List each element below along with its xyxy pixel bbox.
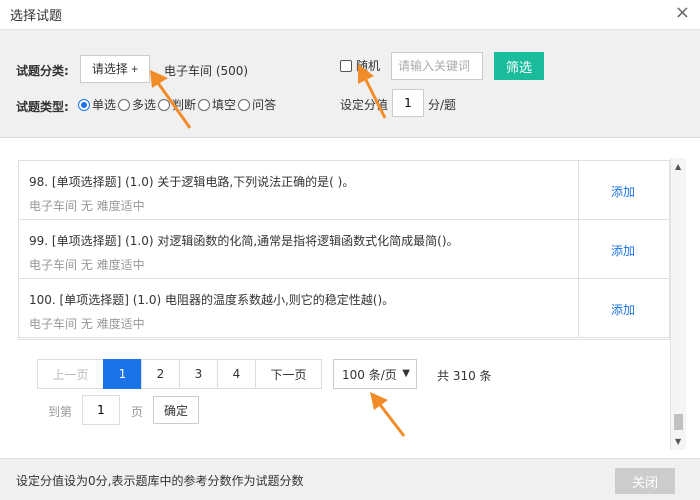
score-unit: 分/题 bbox=[428, 98, 457, 112]
add-question-link[interactable]: 添加 bbox=[611, 242, 635, 259]
checkbox-box[interactable] bbox=[340, 59, 352, 72]
column-divider bbox=[578, 279, 579, 338]
random-label: 随机 bbox=[356, 59, 381, 73]
radio-label: 判断 bbox=[172, 98, 197, 112]
chevron-down-icon: ▼ bbox=[402, 368, 410, 379]
close-button[interactable]: 关闭 bbox=[615, 468, 675, 494]
page-size-value: 100 条/页 bbox=[342, 367, 397, 382]
radio-single-choice[interactable]: 单选 bbox=[78, 96, 116, 113]
dialog-footer: 设定分值设为0分,表示题库中的参考分数作为试题分数 关闭 bbox=[0, 458, 700, 500]
close-icon[interactable]: × bbox=[675, 2, 690, 23]
question-row: 98. [单项选择题] (1.0) 关于逻辑电路,下列说法正确的是( )。 电子… bbox=[19, 161, 669, 220]
next-page-button[interactable]: 下一页 bbox=[255, 359, 322, 389]
random-checkbox[interactable]: 随机 bbox=[340, 57, 380, 74]
question-type-radio-group: 单选 多选 判断 填空 问答 bbox=[78, 96, 278, 113]
keyword-input[interactable] bbox=[391, 52, 483, 80]
filter-panel: 试题分类: 请选择 + 电子车间 (500) 试题类型: 单选 多选 判断 填空… bbox=[0, 30, 700, 138]
scroll-up-icon[interactable]: ▲ bbox=[675, 162, 681, 171]
radio-label: 填空 bbox=[212, 98, 237, 112]
question-text: 100. [单项选择题] (1.0) 电阻器的温度系数越小,则它的稳定性越()。 bbox=[29, 293, 395, 307]
score-input[interactable] bbox=[392, 89, 424, 117]
category-label: 试题分类: bbox=[16, 64, 69, 78]
question-list: 98. [单项选择题] (1.0) 关于逻辑电路,下列说法正确的是( )。 电子… bbox=[18, 160, 670, 340]
column-divider bbox=[578, 161, 579, 220]
score-label: 设定分值 bbox=[340, 98, 389, 112]
add-question-link[interactable]: 添加 bbox=[611, 301, 635, 318]
column-divider bbox=[578, 220, 579, 279]
question-meta: 电子车间 无 难度适中 bbox=[29, 258, 145, 272]
goto-confirm-button[interactable]: 确定 bbox=[153, 396, 199, 424]
dialog-titlebar: 选择试题 × bbox=[0, 0, 700, 30]
question-meta: 电子车间 无 难度适中 bbox=[29, 317, 145, 331]
question-row: 100. [单项选择题] (1.0) 电阻器的温度系数越小,则它的稳定性越()。… bbox=[19, 279, 669, 338]
question-text: 99. [单项选择题] (1.0) 对逻辑函数的化简,通常是指将逻辑函数式化简成… bbox=[29, 234, 459, 248]
question-text: 98. [单项选择题] (1.0) 关于逻辑电路,下列说法正确的是( )。 bbox=[29, 175, 355, 189]
arrow-icon bbox=[370, 392, 406, 437]
page-button-2[interactable]: 2 bbox=[141, 359, 180, 389]
scroll-down-icon[interactable]: ▼ bbox=[675, 437, 681, 446]
radio-label: 单选 bbox=[92, 98, 117, 112]
radio-dot[interactable] bbox=[238, 98, 251, 111]
radio-essay[interactable]: 问答 bbox=[238, 96, 276, 113]
radio-true-false[interactable]: 判断 bbox=[158, 96, 196, 113]
radio-dot[interactable] bbox=[158, 98, 171, 111]
type-label: 试题类型: bbox=[16, 100, 69, 114]
radio-dot[interactable] bbox=[118, 98, 131, 111]
radio-multiple-choice[interactable]: 多选 bbox=[118, 96, 156, 113]
dialog-title: 选择试题 bbox=[10, 9, 63, 24]
total-count: 共 310 条 bbox=[437, 369, 492, 383]
radio-fill-blank[interactable]: 填空 bbox=[198, 96, 236, 113]
radio-dot[interactable] bbox=[78, 98, 90, 111]
radio-dot[interactable] bbox=[198, 98, 211, 111]
category-select-button[interactable]: 请选择 + bbox=[80, 55, 150, 83]
radio-label: 多选 bbox=[132, 98, 157, 112]
goto-unit: 页 bbox=[131, 405, 144, 419]
goto-page-input[interactable] bbox=[82, 395, 120, 425]
prev-page-button[interactable]: 上一页 bbox=[37, 359, 104, 389]
add-question-link[interactable]: 添加 bbox=[611, 183, 635, 200]
scrollbar-thumb[interactable] bbox=[674, 414, 683, 430]
vertical-scrollbar[interactable]: ▲ ▼ bbox=[670, 158, 686, 450]
radio-label: 问答 bbox=[252, 98, 277, 112]
page-button-1[interactable]: 1 bbox=[103, 359, 142, 389]
question-meta: 电子车间 无 难度适中 bbox=[29, 199, 145, 213]
page-size-select[interactable]: 100 条/页 ▼ bbox=[333, 359, 417, 389]
footer-note: 设定分值设为0分,表示题库中的参考分数作为试题分数 bbox=[16, 474, 304, 488]
category-value: 电子车间 (500) bbox=[164, 64, 249, 78]
pagination: 上一页 1 2 3 4 下一页 bbox=[37, 359, 322, 389]
page-button-3[interactable]: 3 bbox=[179, 359, 218, 389]
goto-label: 到第 bbox=[48, 405, 73, 419]
question-row: 99. [单项选择题] (1.0) 对逻辑函数的化简,通常是指将逻辑函数式化简成… bbox=[19, 220, 669, 279]
page-button-4[interactable]: 4 bbox=[217, 359, 256, 389]
filter-button[interactable]: 筛选 bbox=[494, 52, 544, 80]
